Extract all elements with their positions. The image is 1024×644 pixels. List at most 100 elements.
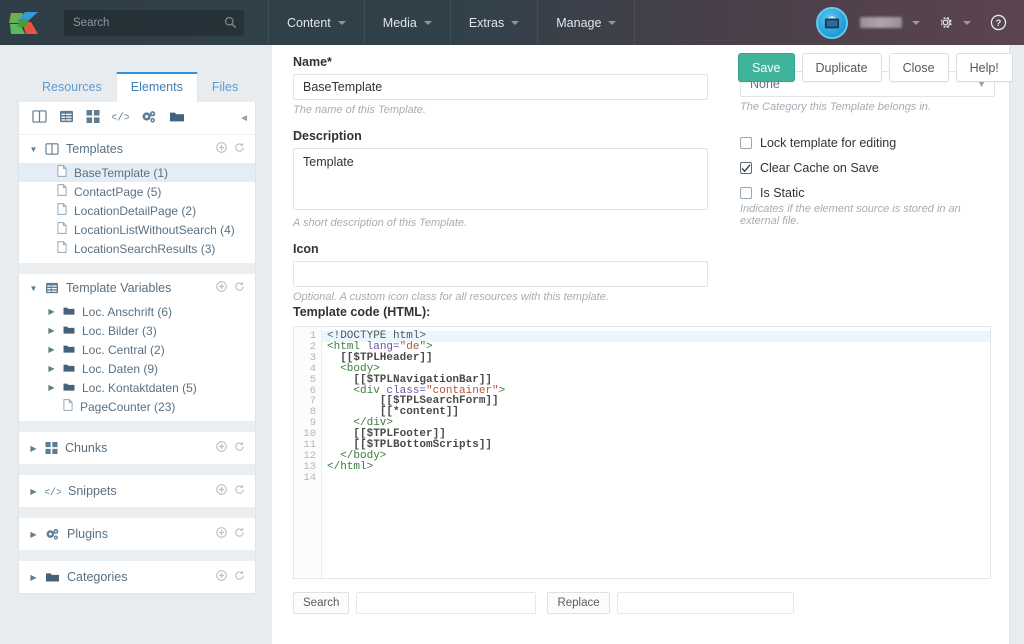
tree-item-locationsearchresults[interactable]: LocationSearchResults (3) xyxy=(19,239,255,258)
add-icon[interactable] xyxy=(216,441,227,455)
code-content[interactable]: <!DOCTYPE html> <html lang="de"> [[$TPLH… xyxy=(322,327,990,578)
refresh-icon[interactable] xyxy=(234,441,245,455)
chevron-right-icon[interactable]: ▶ xyxy=(29,530,38,539)
close-button[interactable]: Close xyxy=(888,53,949,82)
tab-files[interactable]: Files xyxy=(198,71,252,102)
is-static-hint: Indicates if the element source is store… xyxy=(740,203,961,227)
refresh-icon[interactable] xyxy=(234,142,245,156)
group-header-template-variables[interactable]: ▼ Template Variables xyxy=(19,274,255,302)
tree-item-locationlistwithoutsearch[interactable]: LocationListWithoutSearch (4) xyxy=(19,220,255,239)
code-search-button[interactable]: Search xyxy=(293,592,350,614)
chevron-right-icon[interactable]: ▶ xyxy=(29,573,38,582)
group-header-chunks[interactable]: ▶ Chunks xyxy=(19,432,255,464)
code-replace-input[interactable] xyxy=(616,592,794,614)
save-button[interactable]: Save xyxy=(738,53,795,82)
help-button[interactable]: Help! xyxy=(955,53,1013,82)
tab-elements[interactable]: Elements xyxy=(115,72,198,102)
refresh-icon[interactable] xyxy=(234,570,245,584)
templates-columns-icon[interactable] xyxy=(32,110,47,126)
snippets-code-icon[interactable]: </> xyxy=(110,110,130,126)
checkbox-box[interactable] xyxy=(740,137,752,149)
question-circle-icon[interactable]: ? xyxy=(987,14,1010,31)
template-variables-list-icon[interactable] xyxy=(59,110,74,126)
modx-logo-icon[interactable] xyxy=(0,0,48,45)
chevron-right-icon[interactable]: ▶ xyxy=(47,364,56,373)
checkbox-label: Is Static xyxy=(760,186,805,200)
tab-resources-label: Resources xyxy=(42,80,102,94)
group-header-plugins[interactable]: ▶ Plugins xyxy=(19,518,255,550)
name-input[interactable] xyxy=(293,74,708,100)
code-search-input[interactable] xyxy=(356,592,537,614)
tree-item-loc-bilder[interactable]: ▶ Loc. Bilder (3) xyxy=(19,321,255,340)
group-header-templates[interactable]: ▼ Templates xyxy=(19,135,255,163)
code-replace-button[interactable]: Replace xyxy=(547,592,610,614)
tree-item-contactpage[interactable]: ContactPage (5) xyxy=(19,182,255,201)
folder-icon xyxy=(63,362,75,376)
add-icon[interactable] xyxy=(216,570,227,584)
description-input[interactable]: Template xyxy=(293,148,708,210)
tree-item-locationdetailpage[interactable]: LocationDetailPage (2) xyxy=(19,201,255,220)
chevron-right-icon[interactable]: ▶ xyxy=(47,326,56,335)
chevron-right-icon[interactable]: ▶ xyxy=(29,444,38,453)
line-number: 5 xyxy=(309,373,316,386)
refresh-icon[interactable] xyxy=(234,281,245,295)
code-line: [[*content]] xyxy=(379,406,460,419)
add-icon[interactable] xyxy=(216,527,227,541)
tab-resources[interactable]: Resources xyxy=(28,71,116,102)
categories-folder-icon[interactable] xyxy=(169,110,185,126)
global-search[interactable] xyxy=(64,9,244,36)
username-redacted[interactable] xyxy=(860,17,902,28)
element-type-toolbar: </> ◄ xyxy=(19,102,255,135)
gear-icon[interactable] xyxy=(934,14,957,31)
menu-extras[interactable]: Extras xyxy=(449,0,537,45)
tree-item-loc-anschrift[interactable]: ▶ Loc. Anschrift (6) xyxy=(19,302,255,321)
categories-folder-icon xyxy=(45,571,60,583)
add-icon[interactable] xyxy=(216,484,227,498)
checkbox-clear-cache[interactable]: Clear Cache on Save xyxy=(740,161,995,175)
menu-manage[interactable]: Manage xyxy=(537,0,636,45)
refresh-icon[interactable] xyxy=(234,484,245,498)
chevron-down-icon[interactable] xyxy=(912,20,920,25)
menu-media[interactable]: Media xyxy=(363,0,450,45)
tree-item-loc-daten[interactable]: ▶ Loc. Daten (9) xyxy=(19,359,255,378)
tree-item-loc-kontaktdaten[interactable]: ▶ Loc. Kontaktdaten (5) xyxy=(19,378,255,397)
code-line: </html> xyxy=(327,460,374,473)
code-line: </body> xyxy=(340,449,387,462)
checkbox-lock-template[interactable]: Lock template for editing xyxy=(740,136,995,150)
checkbox-box[interactable] xyxy=(740,162,752,174)
svg-text:</>: </> xyxy=(45,487,61,497)
plugins-gears-icon xyxy=(45,528,60,541)
chevron-down-icon[interactable]: ▼ xyxy=(29,284,38,293)
duplicate-button[interactable]: Duplicate xyxy=(801,53,882,82)
chevron-down-icon[interactable] xyxy=(963,20,971,25)
tree-item-pagecounter[interactable]: PageCounter (23) xyxy=(19,397,255,416)
description-label: Description xyxy=(293,129,362,143)
tree-item-basetemplate[interactable]: BaseTemplate (1) xyxy=(19,163,255,182)
menu-content[interactable]: Content xyxy=(268,0,364,45)
refresh-icon[interactable] xyxy=(234,527,245,541)
checkbox-is-static[interactable]: Is Static xyxy=(740,186,995,200)
checkbox-box[interactable] xyxy=(740,187,752,199)
icon-input[interactable] xyxy=(293,261,708,287)
chevron-left-icon[interactable]: ◄ xyxy=(239,113,249,124)
plugins-gears-icon[interactable] xyxy=(141,110,157,127)
description-hint: A short description of this Template. xyxy=(293,217,468,229)
group-header-categories[interactable]: ▶ Categories xyxy=(19,561,255,593)
code-line: [[$TPLHeader]] xyxy=(340,351,433,364)
chunks-grid-icon[interactable] xyxy=(86,110,100,126)
group-label: Snippets xyxy=(68,484,117,498)
group-header-snippets[interactable]: ▶ </> Snippets xyxy=(19,475,255,507)
chevron-down-icon[interactable]: ▼ xyxy=(29,145,38,154)
line-number: 1 xyxy=(309,330,316,342)
search-input[interactable] xyxy=(64,9,244,36)
user-avatar-icon[interactable] xyxy=(816,6,848,39)
add-icon[interactable] xyxy=(216,281,227,295)
code-editor[interactable]: 1 2 3 4 5 6 7 8 9 10 11 12 13 14 <!DOCTY… xyxy=(293,326,991,579)
chevron-right-icon[interactable]: ▶ xyxy=(47,383,56,392)
chevron-right-icon[interactable]: ▶ xyxy=(47,307,56,316)
tree-item-loc-central[interactable]: ▶ Loc. Central (2) xyxy=(19,340,255,359)
add-icon[interactable] xyxy=(216,142,227,156)
chevron-right-icon[interactable]: ▶ xyxy=(29,487,38,496)
template-form-left: Name* The name of this Template. Descrip… xyxy=(293,55,708,316)
chevron-right-icon[interactable]: ▶ xyxy=(47,345,56,354)
